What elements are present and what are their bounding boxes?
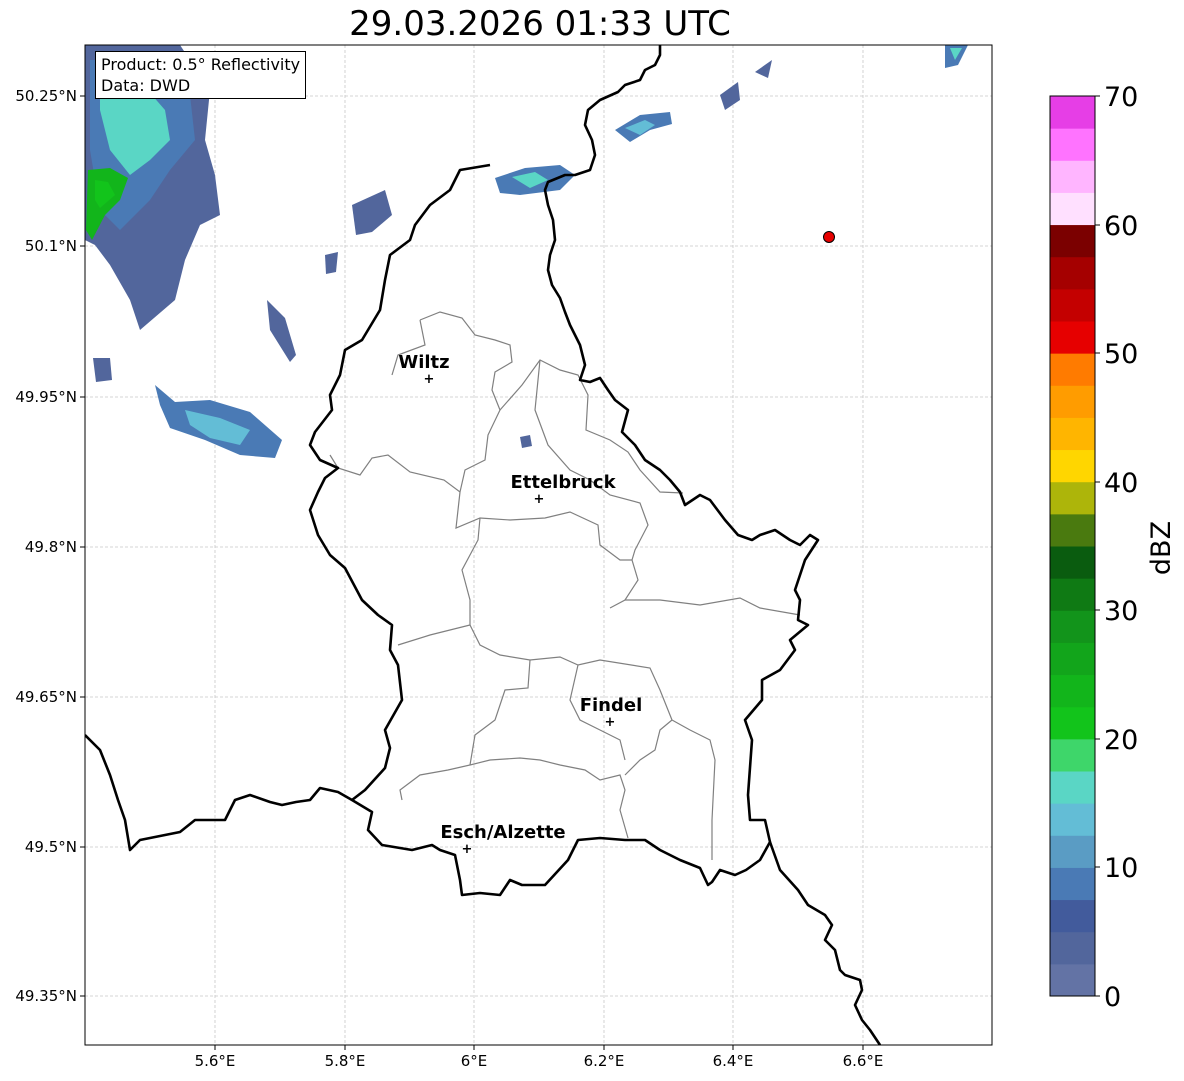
lon-axis: 5.6°E 5.8°E 6°E 6.2°E 6.4°E 6.6°E bbox=[195, 1045, 884, 1070]
city-markers: Wiltz + Ettelbruck + Findel + Esch/Alzet… bbox=[398, 352, 642, 857]
lon-tick-label: 6.6°E bbox=[843, 1052, 884, 1070]
canton-boundary bbox=[399, 659, 531, 801]
canton-boundary bbox=[455, 491, 639, 609]
lat-tick-label: 49.65°N bbox=[15, 688, 77, 706]
echo-small-north bbox=[352, 190, 392, 235]
france-belgium-border bbox=[85, 734, 353, 852]
echo-small-north-2 bbox=[325, 252, 338, 274]
echo-northeast-2 bbox=[720, 82, 740, 110]
lat-tick-label: 49.8°N bbox=[25, 538, 77, 556]
city-label: Ettelbruck bbox=[510, 472, 616, 493]
lon-tick-label: 6°E bbox=[461, 1052, 488, 1070]
germany-france-border bbox=[768, 841, 882, 1045]
lat-axis: 50.25°N 50.1°N 49.95°N 49.8°N 49.65°N 49… bbox=[15, 87, 85, 1005]
city-wiltz: Wiltz + bbox=[398, 352, 449, 387]
canton-boundary bbox=[397, 517, 481, 646]
canton-boundary bbox=[329, 311, 513, 494]
echo-streak-central bbox=[267, 300, 296, 362]
product-label: Product: 0.5° Reflectivity bbox=[101, 55, 301, 74]
lon-tick-label: 6.4°E bbox=[713, 1052, 754, 1070]
radar-echoes bbox=[85, 45, 968, 458]
echo-streak-west bbox=[93, 358, 112, 382]
city-ettelbruck: Ettelbruck + bbox=[510, 472, 616, 507]
lat-tick-label: 49.95°N bbox=[15, 388, 77, 406]
gridlines bbox=[85, 45, 992, 1045]
canton-boundaries bbox=[329, 311, 801, 860]
canton-boundary bbox=[534, 359, 649, 561]
echo-northeast-3 bbox=[755, 60, 772, 78]
plot-frame bbox=[84, 44, 993, 1046]
echo-center bbox=[520, 435, 532, 448]
city-marker-icon: + bbox=[462, 842, 473, 857]
city-label: Findel bbox=[580, 695, 643, 716]
city-marker-icon: + bbox=[424, 372, 435, 387]
city-label: Wiltz bbox=[398, 352, 449, 373]
lat-tick-label: 49.35°N bbox=[15, 987, 77, 1005]
lon-tick-label: 5.6°E bbox=[195, 1052, 236, 1070]
product-info-box: Product: 0.5° Reflectivity Data: DWD bbox=[95, 51, 307, 99]
lat-tick-label: 50.25°N bbox=[15, 87, 77, 105]
lon-tick-label: 5.8°E bbox=[325, 1052, 366, 1070]
lon-tick-label: 6.2°E bbox=[584, 1052, 625, 1070]
city-label: Esch/Alzette bbox=[440, 822, 565, 843]
radar-site-marker bbox=[823, 231, 835, 243]
lat-tick-label: 50.1°N bbox=[25, 237, 77, 255]
data-source-label: Data: DWD bbox=[101, 76, 191, 95]
city-esch-alzette: Esch/Alzette + bbox=[440, 822, 565, 857]
city-marker-icon: + bbox=[605, 715, 616, 730]
canton-boundary bbox=[625, 597, 801, 616]
lat-tick-label: 49.5°N bbox=[25, 838, 77, 856]
radar-map: Wiltz + Ettelbruck + Findel + Esch/Alzet… bbox=[15, 44, 993, 1070]
city-marker-icon: + bbox=[534, 492, 545, 507]
